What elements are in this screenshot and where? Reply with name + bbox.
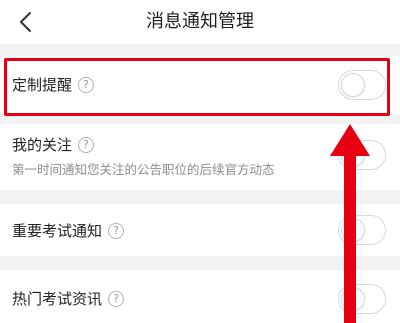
setting-label: 热门考试资讯 — [12, 290, 103, 308]
setting-label: 我的关注 — [12, 136, 73, 154]
setting-description: 第一时间通知您关注的公告职位的后续官方动态 — [12, 162, 275, 177]
help-icon[interactable]: ? — [78, 76, 95, 93]
help-icon[interactable]: ? — [78, 136, 95, 153]
setting-row-hot-exam-news: 热门考试资讯 ? — [0, 270, 400, 323]
toggle-knob — [341, 73, 365, 97]
header-bar: 消息通知管理 — [0, 0, 400, 44]
help-icon[interactable]: ? — [108, 222, 125, 239]
toggle-knob — [341, 143, 365, 167]
page-title: 消息通知管理 — [146, 11, 254, 32]
toggle-switch[interactable] — [338, 215, 386, 245]
setting-row-my-follow: 我的关注 ? — [0, 124, 400, 190]
setting-label: 重要考试通知 — [12, 222, 103, 240]
toggle-switch[interactable] — [338, 70, 386, 100]
toggle-switch[interactable] — [338, 140, 386, 170]
setting-row-important-exam: 重要考试通知 ? — [0, 204, 400, 256]
setting-row-custom-reminder: 定制提醒 ? — [0, 56, 400, 114]
toggle-knob — [341, 218, 365, 242]
help-icon[interactable]: ? — [108, 290, 125, 307]
setting-label: 定制提醒 — [12, 76, 73, 94]
toggle-knob — [341, 287, 365, 311]
toggle-switch[interactable] — [338, 284, 386, 314]
